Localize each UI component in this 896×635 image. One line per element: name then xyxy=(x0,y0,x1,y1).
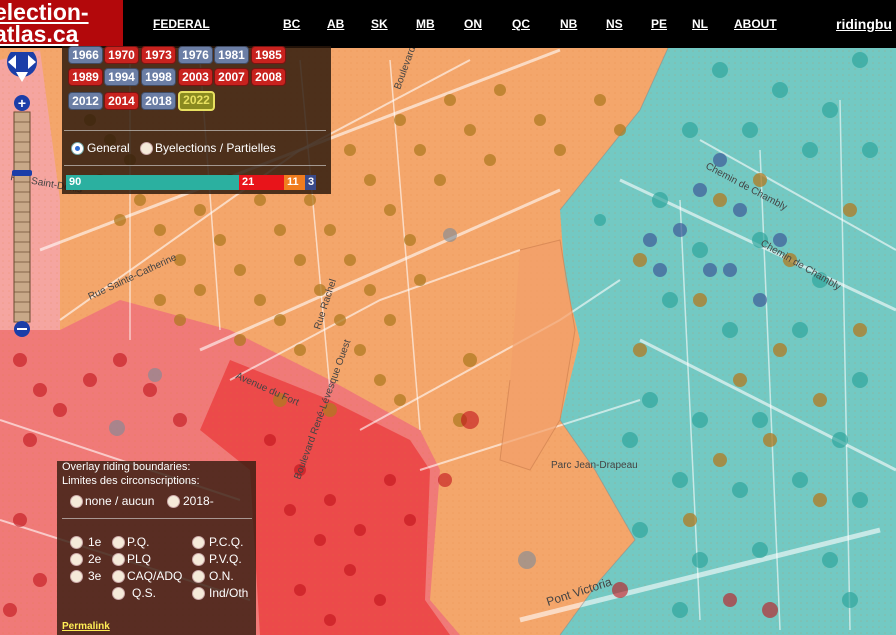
party-qs-radio[interactable] xyxy=(112,587,125,600)
zoom-in-icon: + xyxy=(18,95,26,111)
nav-bc[interactable]: BC xyxy=(283,17,300,31)
seat-caq-segment: 90 xyxy=(66,175,239,190)
rank-3e-label: 3e xyxy=(88,569,102,583)
permalink-link[interactable]: Permalink xyxy=(62,621,110,632)
boundary-none-label: none / aucun xyxy=(85,494,155,508)
nav-nb[interactable]: NB xyxy=(560,17,577,31)
rank-1e-label: 1e xyxy=(88,535,102,549)
nav-mb[interactable]: MB xyxy=(416,17,435,31)
party-pvq-label: P.V.Q. xyxy=(209,552,242,566)
year-1989-button[interactable]: 1989 xyxy=(68,68,103,86)
party-qs-label: Q.S. xyxy=(132,586,157,600)
nav-ab[interactable]: AB xyxy=(327,17,344,31)
year-2014-button[interactable]: 2014 xyxy=(104,92,139,110)
year-1976-button[interactable]: 1976 xyxy=(178,46,213,64)
nav-on[interactable]: ON xyxy=(464,17,482,31)
nav-sk[interactable]: SK xyxy=(371,17,388,31)
party-pcq-radio[interactable] xyxy=(192,536,205,549)
year-1981-button[interactable]: 1981 xyxy=(214,46,249,64)
general-radio[interactable] xyxy=(71,142,84,155)
nav-nl[interactable]: NL xyxy=(692,17,708,31)
year-2012-button[interactable]: 2012 xyxy=(68,92,103,110)
party-on-label: O.N. xyxy=(209,569,234,583)
seat-distribution-bar: 90 21 11 3 xyxy=(66,175,316,190)
nav-ns[interactable]: NS xyxy=(606,17,623,31)
party-on-radio[interactable] xyxy=(192,570,205,583)
overlay-divider xyxy=(62,518,252,519)
rank-2e-label: 2e xyxy=(88,552,102,566)
zoom-slider-handle[interactable] xyxy=(12,170,32,176)
year-2007-button[interactable]: 2007 xyxy=(214,68,249,86)
nav-about[interactable]: ABOUT xyxy=(734,17,777,31)
year-2003-button[interactable]: 2003 xyxy=(178,68,213,86)
site-logo[interactable]: election- atlas.ca xyxy=(0,0,123,46)
year-2018-button[interactable]: 2018 xyxy=(141,92,176,110)
party-pvq-radio[interactable] xyxy=(192,553,205,566)
party-caq-radio[interactable] xyxy=(112,570,125,583)
party-ind-radio[interactable] xyxy=(192,587,205,600)
byelections-label: Byelections / Partielles xyxy=(155,141,276,155)
panel-divider xyxy=(64,130,326,131)
year-1998-button[interactable]: 1998 xyxy=(141,68,176,86)
year-1970-button[interactable]: 1970 xyxy=(104,46,139,64)
overlay-subtitle: Limites des circonscriptions: xyxy=(62,475,200,487)
year-1994-button[interactable]: 1994 xyxy=(104,68,139,86)
party-plq-label: PLQ xyxy=(127,552,152,566)
pan-down-icon[interactable] xyxy=(16,72,28,82)
party-pq-label: P.Q. xyxy=(127,535,150,549)
boundary-2018-label: 2018- xyxy=(183,494,214,508)
year-1973-button[interactable]: 1973 xyxy=(141,46,176,64)
rank-3e-radio[interactable] xyxy=(70,570,83,583)
nav-federal[interactable]: FEDERAL xyxy=(153,17,210,31)
overlay-title: Overlay riding boundaries: xyxy=(62,461,191,473)
rank-2e-radio[interactable] xyxy=(70,553,83,566)
boundary-2018-radio[interactable] xyxy=(167,495,180,508)
seat-qs-segment: 11 xyxy=(284,175,305,190)
general-label: General xyxy=(87,141,130,155)
election-year-panel: 1966 1970 1973 1976 1981 1985 1989 1994 … xyxy=(62,46,331,194)
byelections-radio[interactable] xyxy=(140,142,153,155)
label-parc: Parc Jean-Drapeau xyxy=(551,460,638,471)
overlay-boundaries-panel: Overlay riding boundaries: Limites des c… xyxy=(57,461,256,635)
boundary-none-radio[interactable] xyxy=(70,495,83,508)
party-pcq-label: P.C.Q. xyxy=(209,535,244,549)
year-1985-button[interactable]: 1985 xyxy=(251,46,286,64)
zoom-out-icon xyxy=(17,328,27,330)
nav-pe[interactable]: PE xyxy=(651,17,667,31)
zoom-slider-track[interactable] xyxy=(13,111,31,323)
top-navigation-bar: election- atlas.ca FEDERAL BC AB SK MB O… xyxy=(0,0,896,48)
nav-ridingbuilder[interactable]: ridingbu xyxy=(836,16,892,32)
party-caq-label: CAQ/ADQ xyxy=(127,569,183,583)
party-plq-radio[interactable] xyxy=(112,553,125,566)
map-zoom-control: + xyxy=(7,52,37,337)
seat-plq-segment: 21 xyxy=(239,175,284,190)
logo-line2: atlas.ca xyxy=(0,21,79,46)
panel-divider-2 xyxy=(64,165,326,166)
year-2022-button[interactable]: 2022 xyxy=(178,91,215,111)
rank-1e-radio[interactable] xyxy=(70,536,83,549)
year-1966-button[interactable]: 1966 xyxy=(68,46,103,64)
year-2008-button[interactable]: 2008 xyxy=(251,68,286,86)
nav-qc[interactable]: QC xyxy=(512,17,530,31)
seat-pq-segment: 3 xyxy=(305,175,316,190)
pan-control[interactable] xyxy=(7,52,37,82)
party-pq-radio[interactable] xyxy=(112,536,125,549)
party-ind-label: Ind/Oth xyxy=(209,586,249,600)
